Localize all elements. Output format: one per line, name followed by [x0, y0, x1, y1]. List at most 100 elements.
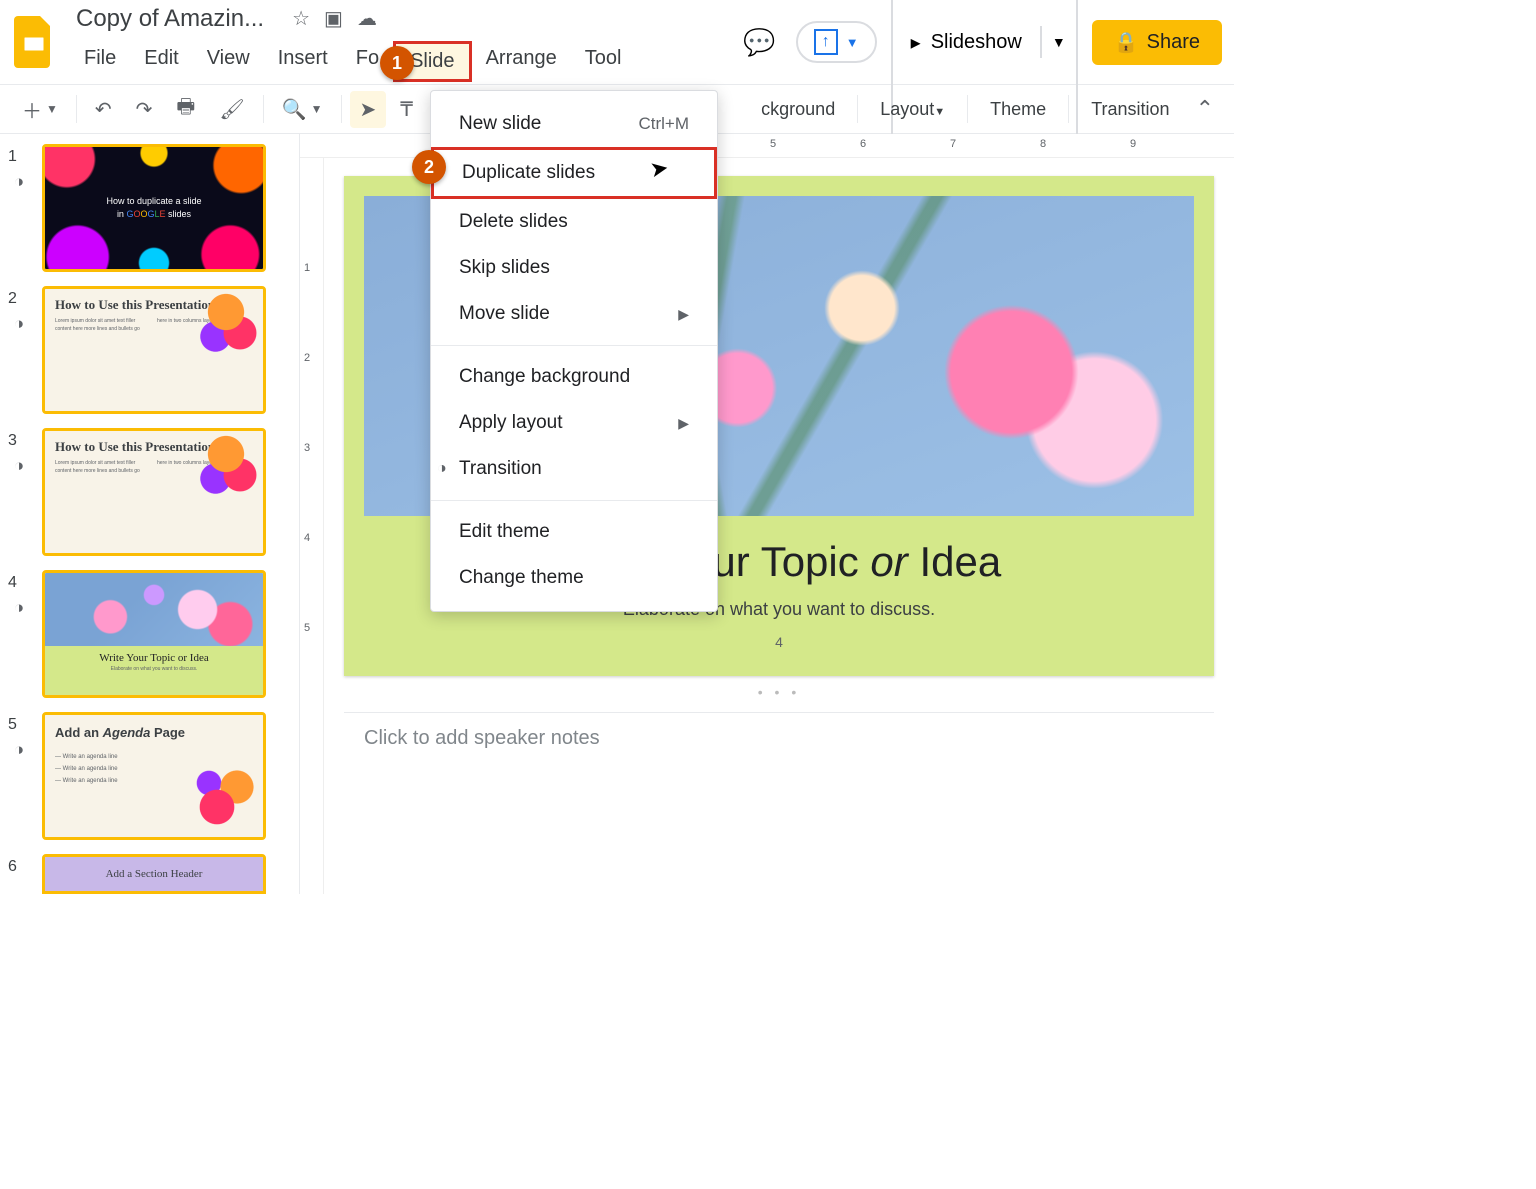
separator — [431, 345, 717, 346]
menu-change-background[interactable]: Change background — [431, 354, 717, 400]
zoom-button[interactable]: 🔍 ▼ — [272, 91, 333, 128]
separator — [857, 95, 858, 123]
thumb-row-4: 4 ◑ Write Your Topic or IdeaElaborate on… — [8, 570, 291, 698]
layout-button[interactable]: Layout▼ — [880, 99, 945, 120]
print-button[interactable]: 🖶 — [166, 86, 205, 132]
play-icon: ▸ — [911, 30, 921, 55]
thumb-1-line1: How to duplicate a slide — [106, 195, 201, 208]
separator — [967, 95, 968, 123]
move-folder-icon[interactable]: ▣ — [324, 6, 343, 31]
slide-thumb-6[interactable]: Add a Section Header — [42, 854, 266, 894]
document-title[interactable]: Copy of Amazin... — [70, 3, 270, 35]
thumb-row-1: 1 ◑ How to duplicate a slidein GOOGLE sl… — [8, 144, 291, 272]
ruler-tick: 3 — [304, 442, 310, 454]
ruler-tick: 4 — [304, 532, 310, 544]
new-slide-button[interactable]: ＋ ▼ — [12, 89, 68, 130]
paint-format-button[interactable]: 🖌 — [209, 91, 254, 128]
submenu-arrow-icon: ▶ — [678, 415, 689, 432]
menu-file[interactable]: File — [70, 41, 130, 82]
transition-icon: ◑ — [14, 172, 24, 192]
ruler-tick: 2 — [304, 352, 310, 364]
ruler-tick: 9 — [1130, 138, 1136, 150]
speaker-notes[interactable]: Click to add speaker notes — [344, 712, 1214, 764]
menu-delete-slides[interactable]: Delete slides — [431, 199, 717, 245]
thumb-5-title: Add an Agenda Page — [55, 725, 253, 741]
thumb-4-sub: Elaborate on what you want to discuss. — [45, 666, 263, 672]
undo-button[interactable]: ↶ — [85, 91, 122, 128]
thumb-row-5: 5 ◑ Add an Agenda Page— Write an agenda … — [8, 712, 291, 840]
menu-new-slide[interactable]: New slideCtrl+M — [431, 101, 717, 147]
menu-apply-layout[interactable]: Apply layout▶ — [431, 400, 717, 446]
transition-icon: ◑ — [14, 598, 24, 618]
redo-button[interactable]: ↷ — [126, 91, 163, 128]
present-up-icon: ↑ — [814, 29, 838, 55]
menu-transition[interactable]: ◑Transition — [431, 446, 717, 492]
filmstrip[interactable]: 1 ◑ How to duplicate a slidein GOOGLE sl… — [0, 134, 300, 894]
thumb-number: 3 — [8, 428, 36, 450]
transition-icon: ◑ — [14, 456, 24, 476]
select-tool[interactable]: ➤ — [350, 91, 387, 128]
theme-button[interactable]: Theme — [990, 99, 1046, 120]
ruler-tick: 5 — [304, 622, 310, 634]
menu-move-slide[interactable]: Move slide▶ — [431, 291, 717, 337]
ruler-vertical[interactable]: 1 2 3 4 5 — [300, 158, 324, 894]
separator — [341, 95, 342, 123]
separator — [263, 95, 264, 123]
menu-view[interactable]: View — [193, 41, 264, 82]
slides-logo[interactable] — [12, 12, 56, 72]
slideshow-dropdown[interactable]: ▼ — [1040, 26, 1076, 58]
present-dropdown[interactable]: ↑ ▼ — [796, 21, 877, 63]
background-button[interactable]: ckground — [761, 99, 835, 120]
thumb-number: 6 — [8, 854, 36, 876]
menu-edit[interactable]: Edit — [130, 41, 192, 82]
separator — [76, 95, 77, 123]
lock-icon: 🔒 — [1114, 30, 1139, 55]
transition-button[interactable]: Transition — [1091, 99, 1169, 120]
thumb-4-caption: Write Your Topic or Idea — [45, 646, 263, 666]
slide-thumb-3[interactable]: How to Use this PresentationLorem ipsum … — [42, 428, 266, 556]
slide-thumb-2[interactable]: How to Use this PresentationLorem ipsum … — [42, 286, 266, 414]
thumb-number: 4 — [8, 570, 36, 592]
star-icon[interactable]: ☆ — [292, 6, 310, 31]
ruler-tick: 1 — [304, 262, 310, 274]
thumb-number: 1 — [8, 144, 36, 166]
comments-icon[interactable]: 💬 — [737, 21, 781, 64]
transition-icon: ◑ — [14, 314, 24, 334]
slide-thumb-1[interactable]: How to duplicate a slidein GOOGLE slides — [42, 144, 266, 272]
callout-badge-2: 2 — [412, 150, 446, 184]
callout-badge-1: 1 — [380, 46, 414, 80]
cloud-status-icon[interactable]: ☁ — [357, 6, 377, 31]
slide-thumb-5[interactable]: Add an Agenda Page— Write an agenda line… — [42, 712, 266, 840]
ruler-tick: 7 — [950, 138, 956, 150]
collapse-toolbar-icon[interactable]: ⌃ — [1188, 96, 1222, 122]
chevron-down-icon: ▼ — [846, 35, 859, 50]
thumb-row-2: 2 ◑ How to Use this PresentationLorem ip… — [8, 286, 291, 414]
menu-bar: File Edit View Insert Fo Slide Arrange T… — [70, 41, 635, 82]
submenu-arrow-icon: ▶ — [678, 306, 689, 323]
menu-insert[interactable]: Insert — [264, 41, 342, 82]
share-button[interactable]: 🔒 Share — [1092, 20, 1222, 65]
share-label: Share — [1147, 31, 1200, 54]
slide-thumb-4[interactable]: Write Your Topic or IdeaElaborate on wha… — [42, 570, 266, 698]
menu-arrange[interactable]: Arrange — [472, 41, 571, 82]
menu-skip-slides[interactable]: Skip slides — [431, 245, 717, 291]
menu-tools[interactable]: Tool — [571, 41, 636, 82]
thumb-1-line2: in GOOGLE slides — [106, 208, 201, 221]
thumb-number: 2 — [8, 286, 36, 308]
transition-icon: ◑ — [14, 740, 24, 760]
menu-edit-theme[interactable]: Edit theme — [431, 509, 717, 555]
slide-menu-dropdown: New slideCtrl+M Duplicate slides Delete … — [430, 90, 718, 612]
thumb-row-6: 6 Add a Section Header — [8, 854, 291, 894]
header: Copy of Amazin... ☆ ▣ ☁ File Edit View I… — [0, 0, 1234, 84]
separator — [1068, 95, 1069, 123]
ruler-tick: 8 — [1040, 138, 1046, 150]
menu-change-theme[interactable]: Change theme — [431, 555, 717, 601]
resize-handle[interactable]: • • • — [344, 684, 1214, 700]
menu-duplicate-slides[interactable]: Duplicate slides — [431, 147, 717, 199]
slideshow-label: Slideshow — [931, 31, 1022, 54]
transition-icon: ◑ — [437, 460, 447, 478]
ruler-tick: 5 — [770, 138, 776, 150]
thumb-row-3: 3 ◑ How to Use this PresentationLorem ip… — [8, 428, 291, 556]
separator — [431, 500, 717, 501]
textbox-tool[interactable]: ₸ — [390, 91, 423, 128]
